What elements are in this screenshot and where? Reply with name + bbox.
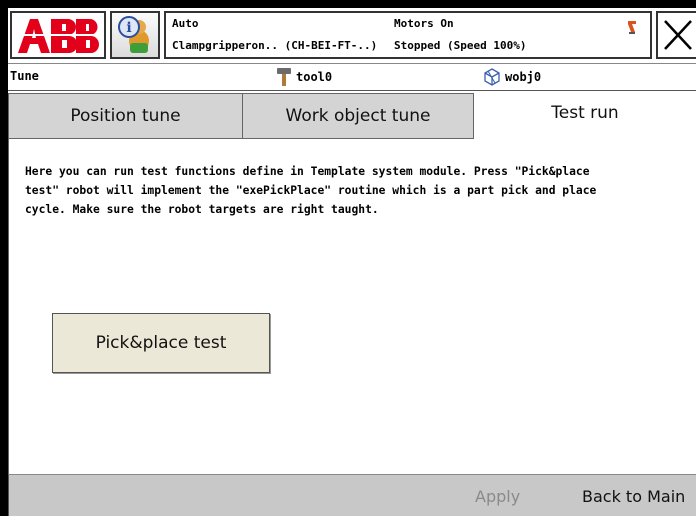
tab-strip: Position tune Work object tune Test run xyxy=(8,93,696,139)
description-line: cycle. Make sure the robot targets are r… xyxy=(25,203,379,216)
svg-text:i: i xyxy=(126,20,131,36)
tool-name: tool0 xyxy=(296,70,333,84)
description-line: Here you can run test functions define i… xyxy=(25,165,590,178)
apply-button[interactable]: Apply xyxy=(475,487,520,506)
workobject-icon xyxy=(484,68,500,86)
view-title: Tune xyxy=(10,69,39,83)
quickset-button[interactable]: i xyxy=(110,11,160,59)
status-bar[interactable]: Auto Clampgripperon.. (CH-BEI-FT-..) Mot… xyxy=(164,11,652,59)
active-workobject[interactable]: wobj0 xyxy=(483,67,541,87)
tab-position-tune[interactable]: Position tune xyxy=(8,93,243,139)
command-bar: Apply Back to Main xyxy=(8,474,696,516)
screen: i Auto Clampgripperon.. (CH-BEI-FT-..) M… xyxy=(8,8,696,516)
workobject-name: wobj0 xyxy=(505,70,542,84)
robot-status-icon xyxy=(628,21,636,34)
tool-hammer-icon xyxy=(277,68,291,86)
title-row: Tune tool0 wobj0 xyxy=(8,64,696,91)
abb-logo-icon xyxy=(16,19,100,53)
system-name: Clampgripperon.. (CH-BEI-FT-..) xyxy=(172,39,378,52)
close-icon xyxy=(664,20,692,50)
close-button[interactable] xyxy=(656,11,696,59)
tab-test-run[interactable]: Test run xyxy=(474,93,696,139)
description-line: test" robot will implement the "exePickP… xyxy=(25,184,597,197)
motors-state: Motors On xyxy=(394,17,454,30)
tab-work-object-tune[interactable]: Work object tune xyxy=(242,93,474,139)
program-state: Stopped (Speed 100%) xyxy=(394,39,527,52)
operating-mode: Auto xyxy=(172,17,199,30)
flexpendant-frame: i Auto Clampgripperon.. (CH-BEI-FT-..) M… xyxy=(0,0,696,516)
header-bar: i Auto Clampgripperon.. (CH-BEI-FT-..) M… xyxy=(8,8,696,64)
active-tool[interactable]: tool0 xyxy=(276,67,332,87)
test-run-description: Here you can run test functions define i… xyxy=(25,162,685,219)
abb-menu-button[interactable] xyxy=(10,11,106,59)
back-to-main-button[interactable]: Back to Main xyxy=(582,487,685,506)
operator-info-icon: i xyxy=(118,16,149,53)
pick-place-test-button[interactable]: Pick&place test xyxy=(52,313,270,373)
